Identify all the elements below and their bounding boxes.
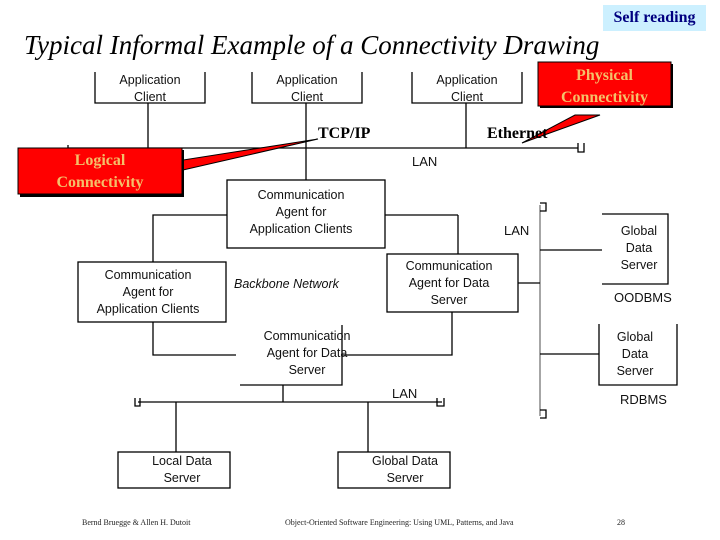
logical-connectivity-label: Logical Connectivity bbox=[18, 150, 182, 194]
node-line: Communication bbox=[104, 268, 192, 282]
node-line: Global Data bbox=[371, 454, 438, 468]
node-line: Application bbox=[119, 73, 181, 87]
node-line: Server bbox=[163, 471, 201, 485]
node-line: Data bbox=[625, 241, 653, 255]
lan-label-top: LAN bbox=[412, 154, 438, 169]
node-line: Server bbox=[620, 258, 658, 272]
rdbms-label: RDBMS bbox=[620, 392, 667, 407]
node-line: Global bbox=[620, 224, 658, 238]
app-client-1: Application Client bbox=[95, 72, 205, 106]
callout-line: Connectivity bbox=[560, 89, 649, 106]
ethernet-label: Ethernet bbox=[487, 125, 548, 142]
node-line: Communication bbox=[257, 188, 345, 202]
node-line: Communication bbox=[405, 259, 493, 273]
node-line: Communication bbox=[263, 329, 351, 343]
node-line: Application bbox=[276, 73, 338, 87]
node-line: Application Clients bbox=[96, 302, 200, 316]
footer-authors: Bernd Bruegge & Allen H. Dutoit bbox=[82, 518, 191, 527]
callout-line: Connectivity bbox=[56, 174, 144, 191]
global-data-server-oodbms: Global Data Server bbox=[604, 223, 674, 274]
node-line: Client bbox=[134, 90, 166, 104]
app-client-2: Application Client bbox=[252, 72, 362, 106]
node-line: Agent for Data bbox=[408, 276, 490, 290]
node-line: Agent for bbox=[275, 205, 327, 219]
lan-label-right: LAN bbox=[504, 223, 530, 238]
node-line: Global bbox=[616, 330, 654, 344]
global-data-server-rdbms: Global Data Server bbox=[600, 329, 670, 380]
local-data-server: Local Data Server bbox=[118, 453, 246, 487]
node-line: Server bbox=[616, 364, 654, 378]
node-line: Server bbox=[430, 293, 468, 307]
tcpip-label: TCP/IP bbox=[318, 125, 371, 142]
node-line: Client bbox=[291, 90, 323, 104]
node-line: Server bbox=[288, 363, 326, 377]
node-line: Agent for bbox=[122, 285, 174, 299]
node-line: Local Data bbox=[152, 454, 212, 468]
backbone-network-label: Backbone Network bbox=[234, 277, 339, 291]
oodbms-label: OODBMS bbox=[614, 290, 672, 305]
comm-agent-data-server-2: Communication Agent for Data Server bbox=[248, 328, 366, 379]
node-line: Data bbox=[621, 347, 649, 361]
node-line: Application Clients bbox=[249, 222, 353, 236]
global-data-server-bottom: Global Data Server bbox=[338, 453, 472, 487]
node-line: Application bbox=[436, 73, 498, 87]
footer-page-number: 28 bbox=[617, 518, 625, 527]
node-line: Client bbox=[451, 90, 483, 104]
footer-book-title: Object-Oriented Software Engineering: Us… bbox=[285, 518, 514, 527]
comm-agent-data-server-1: Communication Agent for Data Server bbox=[387, 258, 511, 309]
lan-label-bottom: LAN bbox=[392, 386, 418, 401]
physical-connectivity-label: Physical Connectivity bbox=[538, 65, 671, 109]
comm-agent-app-clients-1: Communication Agent for Application Clie… bbox=[227, 187, 375, 238]
node-line: Server bbox=[386, 471, 424, 485]
comm-agent-app-clients-2: Communication Agent for Application Clie… bbox=[78, 267, 218, 318]
app-client-3: Application Client bbox=[412, 72, 522, 106]
callout-line: Physical bbox=[576, 67, 633, 84]
node-line: Agent for Data bbox=[266, 346, 348, 360]
callout-line: Logical bbox=[74, 152, 126, 169]
